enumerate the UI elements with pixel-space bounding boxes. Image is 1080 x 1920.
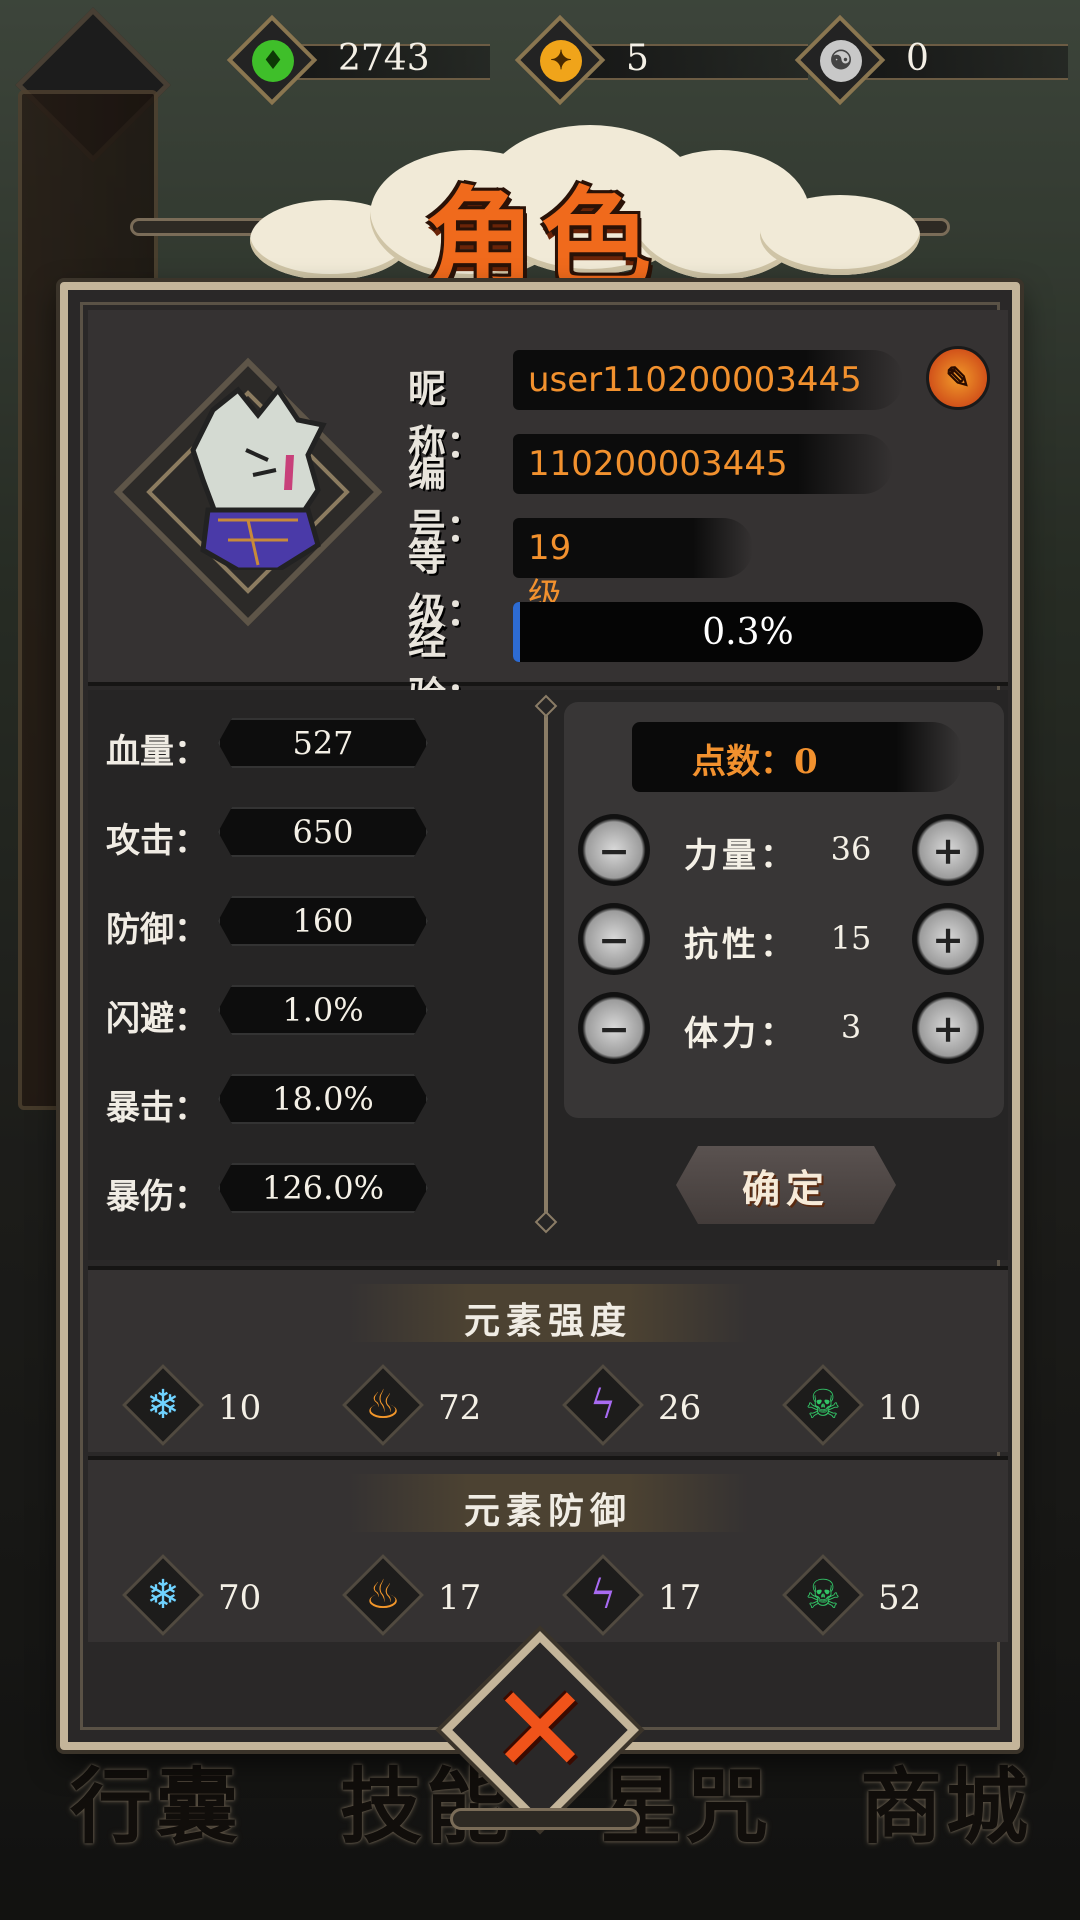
attr-name: 体力： xyxy=(684,1014,798,1054)
fire-icon: ♨ xyxy=(365,1382,401,1428)
element-value: 72 xyxy=(438,1388,482,1428)
edit-nickname-button[interactable]: ✎ xyxy=(926,346,990,410)
element-defense-section: 元素防御 ❄ 70 ♨ 17 ϟ 17 ☠ 52 xyxy=(88,1456,1008,1642)
gold-coin-icon: ✦ xyxy=(540,40,582,82)
attr-name: 力量： xyxy=(684,836,798,876)
exp-value: 0.3% xyxy=(702,612,794,653)
stat-label: 闪避： xyxy=(106,999,208,1039)
stat-label: 血量： xyxy=(106,732,208,772)
stat-label: 暴击： xyxy=(106,1088,208,1128)
exp-progress-bar: 0.3% xyxy=(513,602,983,662)
stat-value: 160 xyxy=(292,902,354,940)
element-defense-title: 元素防御 xyxy=(463,1490,632,1532)
close-scroll-bar xyxy=(450,1808,640,1830)
stat-label: 暴伤： xyxy=(106,1177,208,1217)
confirm-label: 确定 xyxy=(741,1165,830,1211)
points-panel: 点数：0 − 力量： 36 + − 抗性： 15 + − 体力： 3 + xyxy=(564,702,1004,1118)
element-value: 17 xyxy=(438,1578,482,1618)
strength-minus-button[interactable]: − xyxy=(578,814,650,886)
confirm-button[interactable]: 确定 xyxy=(676,1146,896,1224)
attr-row-strength: − 力量： 36 + xyxy=(578,812,998,888)
plus-icon: + xyxy=(932,916,964,962)
avatar xyxy=(190,385,327,570)
close-icon: ✕ xyxy=(489,1660,591,1800)
points-label: 点数：0 xyxy=(692,742,818,782)
attr-row-stamina: − 体力： 3 + xyxy=(578,990,998,1066)
element-defense-fire: ♨ 17 xyxy=(341,1553,546,1637)
element-value: 17 xyxy=(658,1578,702,1618)
strength-plus-button[interactable]: + xyxy=(912,814,984,886)
attr-name: 抗性： xyxy=(684,925,798,965)
resistance-minus-button[interactable]: − xyxy=(578,903,650,975)
stat-label: 防御： xyxy=(106,910,208,950)
profile-section: 昵称： user110200003445 ✎ 编号： 110200003445 … xyxy=(88,310,1008,718)
element-value: 10 xyxy=(218,1388,262,1428)
attr-row-resistance: − 抗性： 15 + xyxy=(578,901,998,977)
element-defense-ice: ❄ 70 xyxy=(121,1553,326,1637)
fire-icon: ♨ xyxy=(365,1572,401,1618)
plus-icon: + xyxy=(932,827,964,873)
plus-icon: + xyxy=(932,1005,964,1051)
minus-icon: − xyxy=(598,916,630,962)
silver-token-icon: ☯ xyxy=(820,40,862,82)
close-button[interactable]: ✕ xyxy=(470,1660,610,1800)
id-value: 110200003445 xyxy=(528,444,788,484)
element-defense-poison: ☠ 52 xyxy=(781,1553,986,1637)
stamina-plus-button[interactable]: + xyxy=(912,992,984,1064)
element-value: 70 xyxy=(218,1578,262,1618)
lightning-icon: ϟ xyxy=(589,1572,617,1618)
stat-value: 527 xyxy=(292,724,354,762)
element-strength-poison: ☠ 10 xyxy=(781,1363,986,1447)
currency-gold-value: 5 xyxy=(626,38,649,79)
stat-value: 18.0% xyxy=(272,1080,374,1118)
minus-icon: − xyxy=(598,827,630,873)
character-panel: 昵称： user110200003445 ✎ 编号： 110200003445 … xyxy=(60,282,1020,1750)
resistance-plus-button[interactable]: + xyxy=(912,903,984,975)
element-defense-lightning: ϟ 17 xyxy=(561,1553,766,1637)
element-strength-section: 元素强度 ❄ 10 ♨ 72 ϟ 26 ☠ 10 xyxy=(88,1266,1008,1452)
stat-value: 1.0% xyxy=(282,991,364,1029)
ice-icon: ❄ xyxy=(146,1382,180,1428)
attr-value: 36 xyxy=(830,830,872,868)
element-value: 52 xyxy=(878,1578,922,1618)
attr-value: 3 xyxy=(840,1008,862,1046)
minus-icon: − xyxy=(598,1005,630,1051)
lightning-icon: ϟ xyxy=(589,1382,617,1428)
element-strength-ice: ❄ 10 xyxy=(121,1363,326,1447)
stat-value: 126.0% xyxy=(261,1169,384,1207)
currency-green-value: 2743 xyxy=(338,38,430,79)
stat-label: 攻击： xyxy=(106,821,208,861)
element-strength-title: 元素强度 xyxy=(463,1300,632,1342)
poison-skull-icon: ☠ xyxy=(805,1382,841,1428)
attr-value: 15 xyxy=(830,919,872,957)
element-value: 10 xyxy=(878,1388,922,1428)
stat-value: 650 xyxy=(292,813,354,851)
poison-skull-icon: ☠ xyxy=(805,1572,841,1618)
currency-silver-value: 0 xyxy=(906,38,929,79)
element-strength-fire: ♨ 72 xyxy=(341,1363,546,1447)
element-value: 26 xyxy=(658,1388,702,1428)
nickname-value: user110200003445 xyxy=(528,360,862,400)
stats-divider xyxy=(544,704,548,1224)
stats-section: 血量： 527 攻击： 650 防御： 160 闪避： 1.0% 暴击： 18.… xyxy=(88,690,1008,1260)
green-drop-icon: ♦ xyxy=(252,40,294,82)
brush-icon: ✎ xyxy=(945,360,971,396)
ice-icon: ❄ xyxy=(146,1572,180,1618)
element-strength-lightning: ϟ 26 xyxy=(561,1363,766,1447)
stamina-minus-button[interactable]: − xyxy=(578,992,650,1064)
